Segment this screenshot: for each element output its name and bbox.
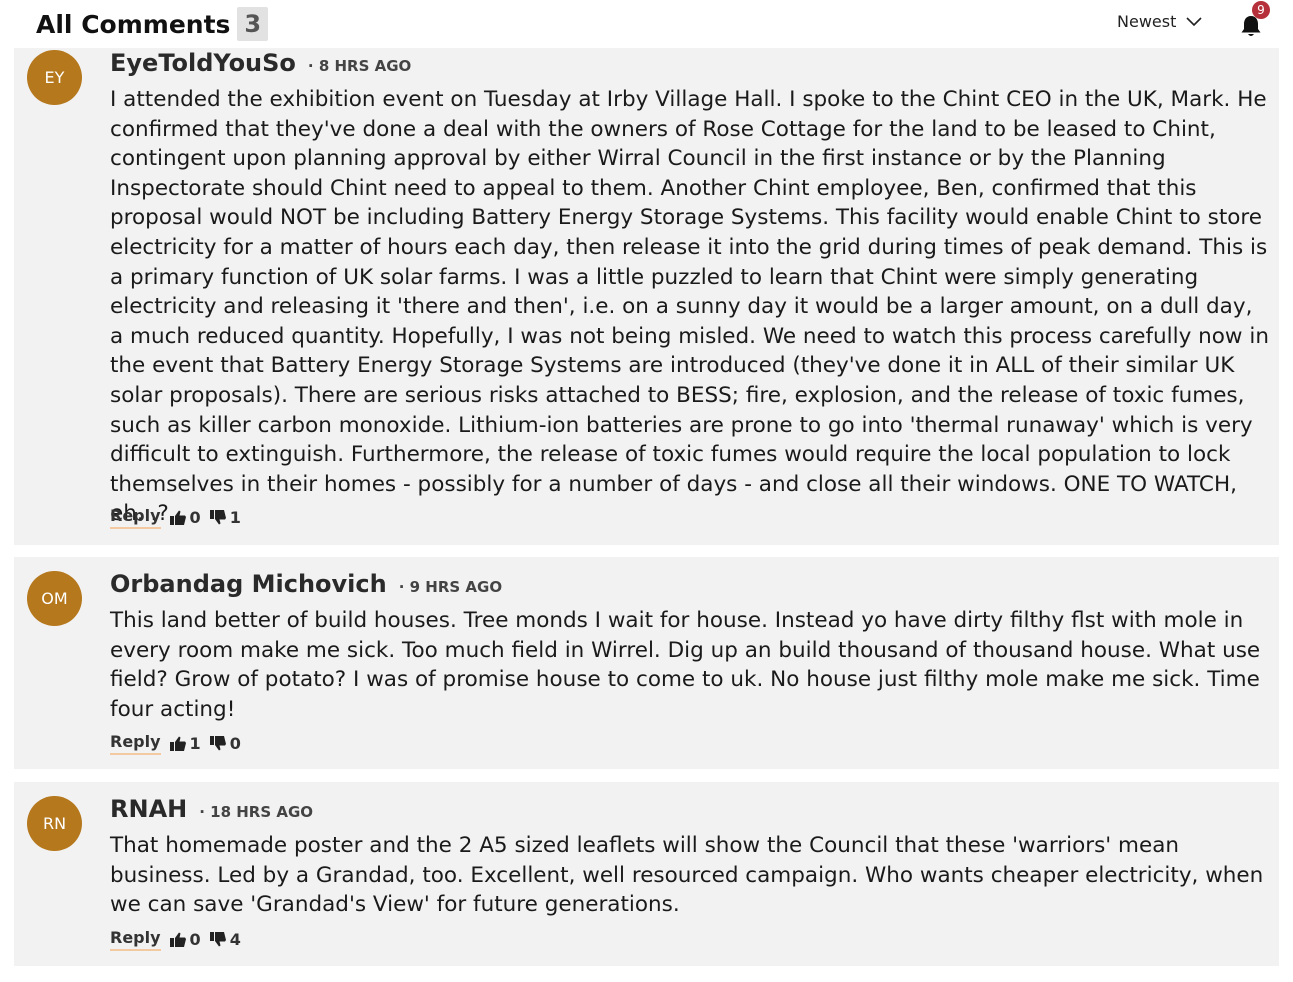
comment-actions: Reply 0 1 [110, 506, 241, 529]
comment-count-badge: 3 [237, 7, 269, 41]
notification-button[interactable]: 9 [1240, 1, 1270, 36]
dislike-count: 4 [229, 930, 241, 949]
dislike-button[interactable]: 4 [209, 930, 241, 949]
thumbs-up-icon [169, 510, 186, 525]
notification-badge: 9 [1252, 1, 1270, 19]
thumbs-up-icon [169, 736, 186, 751]
like-count: 1 [189, 734, 201, 753]
like-button[interactable]: 0 [169, 930, 201, 949]
comment-card: OM Orbandag Michovich · 9 HRS AGO This l… [14, 557, 1279, 769]
comments-title: All Comments 3 [36, 7, 269, 41]
comment-author[interactable]: RNAH [110, 795, 187, 823]
comment-body: This land better of build houses. Tree m… [110, 608, 1261, 722]
dislike-count: 0 [229, 734, 241, 753]
dislike-button[interactable]: 1 [209, 508, 241, 527]
comment-actions: Reply 1 0 [110, 732, 241, 755]
comment-meta: Orbandag Michovich · 9 HRS AGO [110, 570, 502, 598]
comments-header: All Comments 3 Newest 9 [0, 0, 1293, 46]
like-button[interactable]: 1 [169, 734, 201, 753]
reply-button[interactable]: Reply [110, 506, 161, 529]
comment-timestamp: · 18 HRS AGO [199, 803, 314, 821]
comment-author[interactable]: Orbandag Michovich [110, 570, 387, 598]
comment-timestamp: · 9 HRS AGO [398, 578, 503, 596]
avatar: EY [27, 50, 82, 105]
avatar: RN [27, 796, 82, 851]
comment-timestamp: · 8 HRS AGO [307, 57, 412, 75]
reply-button[interactable]: Reply [110, 732, 161, 755]
sort-label: Newest [1117, 12, 1177, 31]
thumbs-down-icon [209, 510, 226, 525]
comment-meta: RNAH · 18 HRS AGO [110, 795, 313, 823]
sort-dropdown[interactable]: Newest [1117, 12, 1202, 31]
comments-title-label: All Comments [36, 9, 231, 39]
thumbs-down-icon [209, 736, 226, 751]
dislike-count: 1 [229, 508, 241, 527]
comment-author[interactable]: EyeToldYouSo [110, 49, 296, 77]
comment-card: RN RNAH · 18 HRS AGO That homemade poste… [14, 782, 1279, 966]
comment-actions: Reply 0 4 [110, 928, 241, 951]
comment-body: That homemade poster and the 2 A5 sized … [110, 833, 1264, 918]
thumbs-down-icon [209, 932, 226, 947]
like-count: 0 [189, 508, 201, 527]
reply-button[interactable]: Reply [110, 928, 161, 951]
thumbs-up-icon [169, 932, 186, 947]
avatar: OM [27, 571, 82, 626]
dislike-button[interactable]: 0 [209, 734, 241, 753]
like-count: 0 [189, 930, 201, 949]
comment-body: I attended the exhibition event on Tuesd… [110, 87, 1269, 527]
like-button[interactable]: 0 [169, 508, 201, 527]
chevron-down-icon [1186, 16, 1202, 26]
comment-card: EY EyeToldYouSo · 8 HRS AGO I attended t… [14, 48, 1279, 545]
comment-meta: EyeToldYouSo · 8 HRS AGO [110, 49, 411, 77]
